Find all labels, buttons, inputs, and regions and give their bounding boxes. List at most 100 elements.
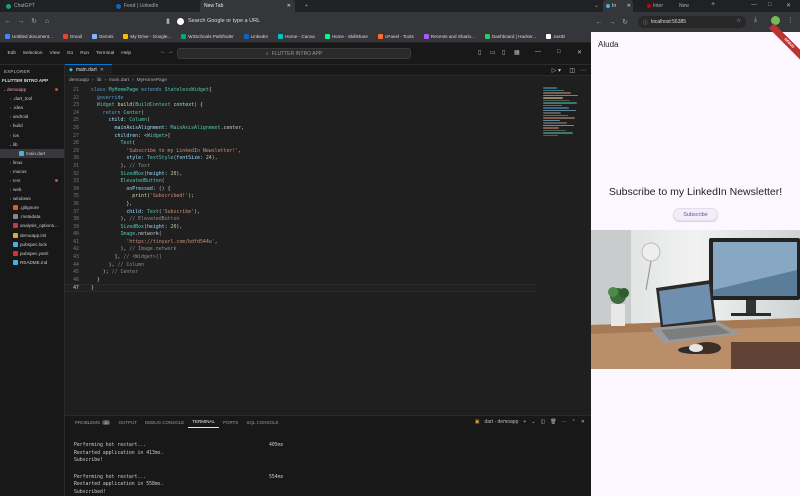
- panel-tab-output[interactable]: OUTPUT: [114, 416, 141, 428]
- tab-menu-icon[interactable]: ⌄: [594, 2, 599, 9]
- menu-item-view[interactable]: View: [46, 51, 63, 56]
- menu-item-go[interactable]: Go: [63, 51, 76, 56]
- tree-item[interactable]: main.dart: [0, 148, 64, 158]
- browser-tab-chatgpt[interactable]: ChatGPT: [2, 0, 62, 12]
- tree-item[interactable]: › build: [0, 121, 64, 130]
- tree-item[interactable]: pubspec.lock: [0, 240, 64, 249]
- address-bar[interactable]: ⓘ localhost:56385: [638, 16, 746, 28]
- subscribe-button[interactable]: Subscribe: [673, 208, 718, 221]
- close-window-icon[interactable]: ✕: [786, 2, 791, 9]
- tree-item[interactable]: ⌄ demoapp: [0, 85, 64, 94]
- preview-tab-2[interactable]: Inter: [647, 3, 663, 9]
- panel-tab-problems[interactable]: PROBLEMS 10: [71, 416, 114, 428]
- bookmark-item[interactable]: Home - Skillshare: [320, 33, 373, 39]
- bookmark-item[interactable]: Gmail: [58, 33, 87, 39]
- tree-item[interactable]: › android: [0, 112, 64, 121]
- bookmark-item[interactable]: Untitled document...: [0, 33, 58, 39]
- chevron-down-icon[interactable]: ⌄: [531, 419, 535, 425]
- bookmark-item[interactable]: JustD: [541, 33, 570, 39]
- tree-item[interactable]: › test: [0, 176, 64, 185]
- tree-item[interactable]: › ios: [0, 130, 64, 139]
- close-icon[interactable]: ✕: [627, 3, 631, 9]
- tree-item[interactable]: README.md: [0, 258, 64, 267]
- breadcrumb-item[interactable]: lib: [97, 78, 102, 83]
- panel-tab-ports[interactable]: PORTS: [219, 416, 242, 428]
- tree-item[interactable]: › .dart_tool: [0, 94, 64, 103]
- panel-tab-sql-console[interactable]: SQL CONSOLE: [242, 416, 282, 428]
- minimap[interactable]: [543, 87, 583, 147]
- tree-item[interactable]: ⌄ lib: [0, 140, 64, 149]
- new-tab-plus-icon[interactable]: +: [301, 0, 308, 12]
- tree-item[interactable]: › .idea: [0, 103, 64, 112]
- menu-item-terminal[interactable]: Terminal: [93, 51, 118, 56]
- layout-panel-icon[interactable]: ▭: [490, 49, 496, 56]
- bookmark-item[interactable]: LinkedIn: [239, 33, 273, 39]
- layout-customize-icon[interactable]: ▦: [514, 49, 520, 56]
- panel-tab-debug-console[interactable]: DEBUG CONSOLE: [141, 416, 188, 428]
- tree-item[interactable]: › windows: [0, 194, 64, 203]
- forward-arrow-icon[interactable]: →: [607, 17, 617, 27]
- terminal-selector[interactable]: dart - demoapp: [484, 419, 518, 425]
- terminal-output[interactable]: Performing hot restart... 405ms Restarted …: [65, 428, 591, 496]
- more-actions-icon[interactable]: ⋯: [562, 419, 567, 425]
- tree-item[interactable]: .metadata: [0, 212, 64, 221]
- menu-item-edit[interactable]: Edit: [4, 51, 19, 56]
- download-icon[interactable]: ⤓: [754, 16, 757, 24]
- omnibox[interactable]: Search Google or type a URL: [175, 15, 475, 27]
- close-icon[interactable]: ✕: [287, 3, 291, 9]
- tree-item[interactable]: › web: [0, 185, 64, 194]
- menu-item-help[interactable]: Help: [118, 51, 135, 56]
- bookmark-item[interactable]: Dashboard | Hacker...: [480, 33, 541, 39]
- command-center[interactable]: ⌕ FLUTTER INTRO APP: [177, 48, 411, 59]
- home-icon[interactable]: ⌂: [42, 16, 52, 26]
- bookmark-item[interactable]: W3Schools Pathfinder: [176, 33, 238, 39]
- maximize-panel-icon[interactable]: ⌃: [572, 419, 576, 425]
- bookmark-item[interactable]: My Drive - Google...: [118, 33, 176, 39]
- split-terminal-icon[interactable]: ◫: [541, 419, 546, 425]
- editor-tab-main-dart[interactable]: ◆ main.dart ✕: [65, 64, 112, 75]
- reload-icon[interactable]: ↻: [29, 16, 39, 26]
- browser-tab-linkedin[interactable]: Feed | LinkedIn: [112, 0, 192, 12]
- close-panel-icon[interactable]: ✕: [581, 419, 585, 425]
- forward-arrow-icon[interactable]: →: [16, 16, 26, 26]
- close-window-icon[interactable]: ✕: [577, 49, 582, 56]
- menu-item-run[interactable]: Run: [77, 51, 93, 56]
- breadcrumb-item[interactable]: main.dart: [109, 78, 129, 83]
- bookmark-item[interactable]: Gemini: [87, 33, 119, 39]
- trash-icon[interactable]: 🗑: [550, 419, 556, 425]
- star-icon[interactable]: ☆: [736, 17, 741, 24]
- more-actions-icon[interactable]: ⋯: [580, 67, 586, 74]
- split-editor-icon[interactable]: ◫: [569, 67, 575, 74]
- tree-item[interactable]: › macos: [0, 167, 64, 176]
- back-arrow-icon[interactable]: ←: [594, 17, 604, 27]
- menu-item-selection[interactable]: Selection: [19, 51, 46, 56]
- breadcrumb-item[interactable]: MyHomePage: [137, 78, 167, 83]
- tree-item[interactable]: pubspec.yaml: [0, 249, 64, 258]
- tree-item[interactable]: demoapp.iml: [0, 231, 64, 240]
- preview-tab-1[interactable]: In ✕: [603, 0, 633, 12]
- panel-tab-terminal[interactable]: TERMINAL: [188, 416, 219, 428]
- tree-item[interactable]: › linux: [0, 158, 64, 167]
- minimize-icon[interactable]: —: [535, 49, 541, 55]
- minimize-icon[interactable]: —: [751, 2, 757, 8]
- bookmark-item[interactable]: Recents and Sharin...: [419, 33, 480, 39]
- layout-secondary-icon[interactable]: ▯: [502, 49, 505, 56]
- maximize-icon[interactable]: □: [768, 2, 772, 8]
- tree-item[interactable]: .gitignore: [0, 203, 64, 212]
- add-terminal-icon[interactable]: +: [523, 419, 526, 425]
- browser-tab-newtab[interactable]: New Tab ✕: [200, 0, 295, 12]
- project-title[interactable]: FLUTTER INTRO APP: [0, 75, 64, 85]
- new-tab-plus-icon[interactable]: +: [711, 1, 715, 8]
- maximize-icon[interactable]: □: [557, 49, 561, 55]
- close-icon[interactable]: ✕: [100, 67, 104, 73]
- bookmark-icon[interactable]: ▮: [163, 16, 173, 26]
- reload-icon[interactable]: ↻: [620, 17, 630, 27]
- kebab-menu-icon[interactable]: ⋮: [787, 16, 794, 24]
- bookmark-item[interactable]: Home - Canva: [273, 33, 320, 39]
- nav-arrows-icon[interactable]: ← →: [160, 49, 174, 55]
- breadcrumb-item[interactable]: demoapp: [69, 78, 89, 83]
- bookmark-item[interactable]: cPanel - Tools: [373, 33, 419, 39]
- tree-item[interactable]: analysis_options...: [0, 221, 64, 230]
- code-lines[interactable]: 21 class MyHomePage extends StatelessWidg…: [65, 87, 535, 415]
- preview-tab-3[interactable]: New: [679, 3, 689, 9]
